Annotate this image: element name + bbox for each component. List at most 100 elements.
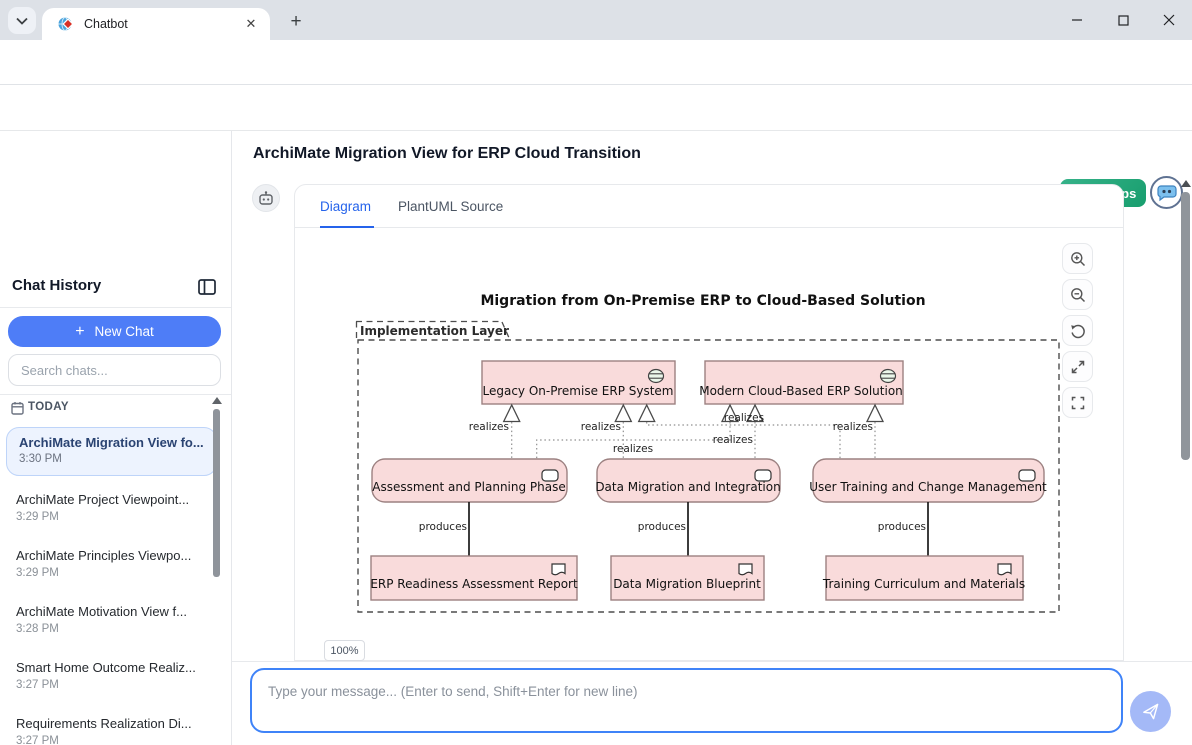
maximize-icon <box>1118 15 1129 26</box>
realizes-label: realizes <box>581 421 621 433</box>
chat-item[interactable]: ArchiMate Project Viewpoint... 3:29 PM <box>6 484 211 540</box>
browser-toolbar: ai-toolbox.visual-paradigm.com/app/chatb… <box>0 40 1192 85</box>
new-tab-button[interactable]: + <box>284 10 308 34</box>
chat-robot-icon <box>1156 184 1177 202</box>
new-chat-button[interactable]: + New Chat <box>8 316 221 347</box>
work-package-icon <box>755 470 771 481</box>
close-icon <box>1163 14 1175 26</box>
realizes-label: realizes <box>713 434 753 446</box>
chatbot-widget-button[interactable] <box>1150 176 1183 209</box>
deliverable-training-node[interactable]: Training Curriculum and Materials <box>822 556 1025 600</box>
chat-item-time: 3:29 PM <box>16 511 201 523</box>
chat-item[interactable]: Smart Home Outcome Realiz... 3:27 PM <box>6 652 211 708</box>
tab-diagram[interactable]: Diagram <box>320 199 371 214</box>
sidebar-scrollbar[interactable] <box>213 409 220 577</box>
chat-item-time: 3:28 PM <box>16 623 201 635</box>
plateau-legacy-label: Legacy On-Premise ERP System <box>483 384 674 398</box>
work-package-data-node[interactable]: Data Migration and Integration <box>595 459 780 502</box>
chat-item-time: 3:29 PM <box>16 567 201 579</box>
calendar-icon <box>11 401 24 415</box>
app-header: Chatbot Powered by Visual Paradigm More … <box>0 85 1192 131</box>
tab-title: Chatbot <box>84 17 242 31</box>
message-input[interactable] <box>250 668 1123 733</box>
work-package-training-node[interactable]: User Training and Change Management <box>809 459 1047 502</box>
new-chat-label: New Chat <box>95 324 154 339</box>
fullscreen-button[interactable] <box>1062 387 1093 418</box>
zoom-in-button[interactable] <box>1062 243 1093 274</box>
plateau-modern-label: Modern Cloud-Based ERP Solution <box>699 384 903 398</box>
work-package-icon <box>542 470 558 481</box>
chevron-down-icon <box>16 17 28 25</box>
wp-training-label: User Training and Change Management <box>809 480 1047 494</box>
realizes-label: realizes <box>724 412 764 424</box>
window-close-button[interactable] <box>1146 0 1192 40</box>
zoom-in-icon <box>1070 251 1086 267</box>
zoom-out-icon <box>1070 287 1086 303</box>
sidebar-scroll-up-arrow[interactable] <box>212 397 222 404</box>
realization-arrowheads <box>504 405 883 422</box>
produces-label: produces <box>878 521 926 533</box>
realization-lines <box>512 422 875 459</box>
realizes-label: realizes <box>469 421 509 433</box>
expand-button[interactable] <box>1062 351 1093 382</box>
chat-item-title: Smart Home Outcome Realiz... <box>16 660 201 675</box>
page-scroll-up-arrow[interactable] <box>1181 180 1191 187</box>
realizes-label: realizes <box>613 443 653 455</box>
del-report-label: ERP Readiness Assessment Report <box>370 577 578 591</box>
window-maximize-button[interactable] <box>1100 0 1146 40</box>
active-tab-underline <box>320 226 374 228</box>
window-minimize-button[interactable] <box>1054 0 1100 40</box>
chat-item-title: ArchiMate Migration View fo... <box>19 435 204 450</box>
tab-plantuml-source[interactable]: PlantUML Source <box>398 199 503 214</box>
search-chats-input[interactable] <box>8 354 221 386</box>
chat-item[interactable]: Requirements Realization Di... 3:27 PM <box>6 708 211 745</box>
chat-item-selected[interactable]: ArchiMate Migration View fo... 3:30 PM <box>6 427 217 476</box>
divider <box>0 394 231 395</box>
page-scrollbar[interactable] <box>1181 192 1190 460</box>
zoom-out-button[interactable] <box>1062 279 1093 310</box>
chat-item-title: ArchiMate Principles Viewpo... <box>16 548 201 563</box>
wp-data-label: Data Migration and Integration <box>595 480 780 494</box>
plateau-modern-node[interactable]: Modern Cloud-Based ERP Solution <box>699 361 903 404</box>
collapse-sidebar-button[interactable] <box>196 277 218 297</box>
browser-tab-chatbot[interactable]: Chatbot ✕ <box>42 8 270 40</box>
produces-label: produces <box>638 521 686 533</box>
produces-label: produces <box>419 521 467 533</box>
chat-item-title: Requirements Realization Di... <box>16 716 201 731</box>
archimate-diagram: Migration from On-Premise ERP to Cloud-B… <box>352 282 1062 622</box>
plateau-legacy-node[interactable]: Legacy On-Premise ERP System <box>482 361 675 404</box>
deliverable-blueprint-node[interactable]: Data Migration Blueprint <box>611 556 764 600</box>
panel-toggle-icon <box>198 279 216 295</box>
visual-paradigm-favicon <box>58 16 74 32</box>
chat-item[interactable]: ArchiMate Motivation View f... 3:28 PM <box>6 596 211 652</box>
assistant-avatar <box>252 184 280 212</box>
chat-item[interactable]: ArchiMate Principles Viewpo... 3:29 PM <box>6 540 211 596</box>
del-blueprint-label: Data Migration Blueprint <box>613 577 761 591</box>
expand-arrows-icon <box>1070 359 1086 375</box>
diagram-title: Migration from On-Premise ERP to Cloud-B… <box>480 293 925 309</box>
chat-item-time: 3:30 PM <box>19 453 204 465</box>
wp-assessment-label: Assessment and Planning Phase <box>372 480 566 494</box>
plateau-icon <box>649 370 664 383</box>
chat-item-title: ArchiMate Motivation View f... <box>16 604 201 619</box>
chat-item-time: 3:27 PM <box>16 735 201 745</box>
work-package-assessment-node[interactable]: Assessment and Planning Phase <box>372 459 567 502</box>
produces-lines <box>469 502 928 556</box>
deliverable-report-node[interactable]: ERP Readiness Assessment Report <box>370 556 578 600</box>
diagram-zoom-level: 100% <box>324 640 365 661</box>
send-plane-icon <box>1141 702 1160 721</box>
plus-icon: + <box>75 323 84 341</box>
tab-search-button[interactable] <box>8 7 36 34</box>
realizes-label: realizes <box>833 421 873 433</box>
tab-close-icon[interactable]: ✕ <box>242 15 260 33</box>
chat-history-sidebar: Chat History + New Chat TODAY ArchiMate … <box>0 131 232 745</box>
send-button[interactable] <box>1130 691 1171 732</box>
minimize-icon <box>1071 14 1083 26</box>
page-title: ArchiMate Migration View for ERP Cloud T… <box>253 145 641 163</box>
fullscreen-corners-icon <box>1070 395 1086 411</box>
reset-view-button[interactable] <box>1062 315 1093 346</box>
reset-rotate-icon <box>1070 323 1086 339</box>
group-label: Implementation Layer <box>360 324 509 338</box>
chat-item-time: 3:27 PM <box>16 679 201 691</box>
plateau-icon <box>881 370 896 383</box>
